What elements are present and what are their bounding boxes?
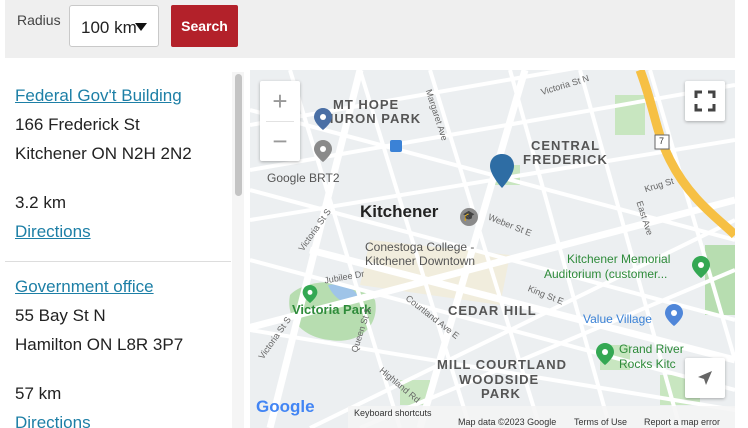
district-label: FREDERICK <box>523 152 608 167</box>
transit-icon[interactable] <box>390 140 402 152</box>
directions-link[interactable]: Directions <box>15 413 231 428</box>
report-error-link[interactable]: Report a map error <box>644 417 720 427</box>
park-pin-icon[interactable] <box>692 256 710 278</box>
terms-link[interactable]: Terms of Use <box>574 417 627 427</box>
district-label: HURON PARK <box>324 111 422 126</box>
graduation-cap-icon[interactable]: 🎓 <box>460 208 478 226</box>
scrollbar-thumb[interactable] <box>235 74 242 196</box>
my-location-button[interactable] <box>685 358 725 398</box>
keyboard-shortcuts-link[interactable]: Keyboard shortcuts <box>354 408 432 418</box>
location-name-link[interactable]: Government office <box>15 277 231 297</box>
poi-label: Value Village <box>583 312 652 326</box>
poi-label: Kitchener Memorial <box>567 252 671 266</box>
google-logo: Google <box>256 397 315 416</box>
divider <box>5 261 231 262</box>
poi-label: Grand River <box>619 342 684 356</box>
caret-down-icon <box>135 23 147 31</box>
list-item: Government office 55 Bay St N Hamilton O… <box>5 277 231 428</box>
park-pin-icon[interactable] <box>596 343 614 365</box>
distance: 57 km <box>15 384 62 403</box>
navigation-arrow-icon <box>698 371 712 385</box>
city-label: Kitchener <box>360 202 439 221</box>
distance: 3.2 km <box>15 193 67 212</box>
address-line-1: 55 Bay St N <box>15 306 106 325</box>
shopping-pin-icon[interactable] <box>665 304 683 326</box>
fullscreen-button[interactable] <box>685 81 725 121</box>
poi-label: Auditorium (customer... <box>544 267 668 281</box>
address-line-2: Hamilton ON L8R 3P7 <box>15 335 184 354</box>
search-bar: Radius 100 km Search <box>5 0 735 58</box>
poi-pin-icon[interactable] <box>314 108 332 130</box>
location-name-link[interactable]: Federal Gov't Building <box>15 86 231 106</box>
location-marker-icon[interactable] <box>490 154 514 188</box>
list-item: Federal Gov't Building 166 Frederick St … <box>5 86 231 242</box>
district-label: WOODSIDE <box>459 372 540 387</box>
poi-label: Google BRT2 <box>267 171 340 185</box>
zoom-out-button[interactable]: − <box>260 122 300 161</box>
results-list: Federal Gov't Building 166 Frederick St … <box>5 70 245 428</box>
search-button[interactable]: Search <box>171 5 238 47</box>
fullscreen-icon <box>694 90 716 112</box>
address-line-2: Kitchener ON N2H 2N2 <box>15 144 192 163</box>
zoom-in-button[interactable]: + <box>260 81 300 121</box>
district-label: MT HOPE <box>333 97 400 112</box>
poi-pin-icon[interactable] <box>314 140 332 162</box>
radius-select-value: 100 km <box>81 18 137 37</box>
map-footer: Keyboard shortcuts Map data ©2023 Google… <box>348 406 735 428</box>
radius-label: Radius <box>17 12 61 28</box>
poi-label: Conestoga College - <box>365 240 475 254</box>
radius-select[interactable]: 100 km <box>69 5 159 47</box>
map-data-attribution: Map data ©2023 Google <box>458 417 557 427</box>
poi-label: Kitchener Downtown <box>365 254 476 268</box>
district-label: PARK <box>481 386 521 401</box>
directions-link[interactable]: Directions <box>15 222 231 242</box>
poi-label: Rocks Kitc <box>619 357 676 371</box>
poi-label: Victoria Park <box>292 302 372 317</box>
district-label: CEDAR HILL <box>448 303 537 318</box>
park-pin-icon[interactable] <box>302 285 318 303</box>
map[interactable]: MT HOPE HURON PARK CENTRAL FREDERICK CED… <box>250 70 735 428</box>
highway-shield: 7 <box>659 136 665 146</box>
district-label: CENTRAL <box>531 138 601 153</box>
address-line-1: 166 Frederick St <box>15 115 140 134</box>
zoom-control: + − <box>260 81 300 161</box>
district-label: MILL COURTLAND <box>437 357 568 372</box>
